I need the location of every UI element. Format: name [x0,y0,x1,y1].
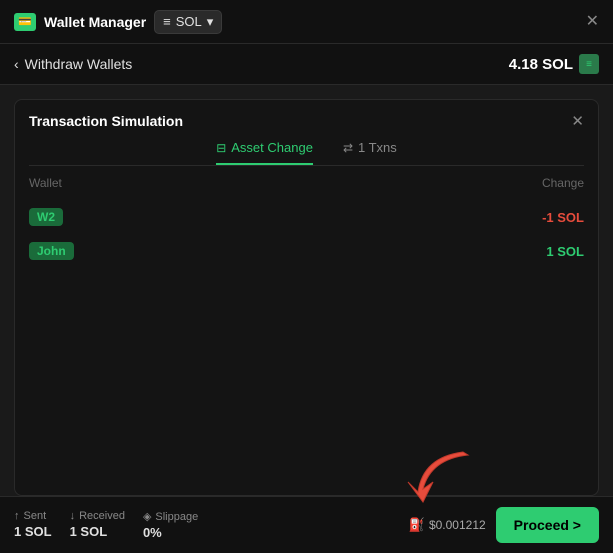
amount-value: 4.18 SOL [509,56,573,73]
wallet-manager-left: 💳 Wallet Manager ≡ SOL ▾ [14,10,222,34]
footer-stats: ↑ Sent 1 SOL ↓ Received 1 SOL ◈ Slippage… [14,510,409,540]
slippage-icon: ◈ [143,510,151,523]
simulation-header: Transaction Simulation ✕ [15,100,598,130]
slippage-value: 0% [143,525,198,540]
sol-dropdown-icon: ≡ [163,14,171,29]
top-bar: 💳 Wallet Manager ≡ SOL ▾ ✕ [0,0,613,44]
tab-txns[interactable]: ⇄ 1 Txns [343,140,397,165]
footer: ↑ Sent 1 SOL ↓ Received 1 SOL ◈ Slippage… [0,496,613,553]
gas-price: ⛽ $0.001212 [409,517,486,533]
table-row: W2 -1 SOL [29,200,584,234]
sol-dropdown[interactable]: ≡ SOL ▾ [154,10,222,34]
close-button-top[interactable]: ✕ [586,14,599,30]
txns-icon: ⇄ [343,141,353,155]
col-change-header: Change [542,176,584,190]
withdraw-amount: 4.18 SOL ≡ [509,54,599,74]
sol-filter-icon[interactable]: ≡ [579,54,599,74]
wallet-badge-john: John [29,242,74,260]
sent-value: 1 SOL [14,524,52,539]
simulation-title: Transaction Simulation [29,113,183,129]
tab-asset-change-label: Asset Change [231,140,313,155]
tab-asset-change[interactable]: ⊟ Asset Change [216,140,313,165]
table-header: Wallet Change [15,166,598,196]
close-button-simulation[interactable]: ✕ [571,112,584,130]
sent-label-text: Sent [24,510,47,522]
col-wallet-header: Wallet [29,176,62,190]
back-button[interactable]: ‹ Withdraw Wallets [14,56,132,72]
stat-received-label: ↓ Received [70,510,125,522]
filter-icon-label: ≡ [586,59,592,70]
received-value: 1 SOL [70,524,125,539]
received-icon: ↓ [70,510,76,522]
stat-sent: ↑ Sent 1 SOL [14,510,52,540]
wallet-icon: 💳 [14,13,36,31]
change-value-john: 1 SOL [546,244,584,259]
proceed-button[interactable]: Proceed > [496,507,599,543]
received-label-text: Received [79,510,125,522]
stat-slippage: ◈ Slippage 0% [143,510,198,540]
stat-sent-label: ↑ Sent [14,510,52,522]
chevron-down-icon: ▾ [207,14,214,30]
stat-received: ↓ Received 1 SOL [70,510,125,540]
wallet-badge-w2: W2 [29,208,63,226]
withdraw-header: ‹ Withdraw Wallets 4.18 SOL ≡ [0,44,613,85]
withdraw-label: Withdraw Wallets [25,56,133,72]
sent-icon: ↑ [14,510,20,522]
tabs-container: ⊟ Asset Change ⇄ 1 Txns [29,130,584,166]
table-body: W2 -1 SOL John 1 SOL [15,196,598,272]
gas-icon: ⛽ [409,517,425,533]
stat-slippage-label: ◈ Slippage [143,510,198,523]
sol-dropdown-label: SOL [176,14,202,29]
asset-change-icon: ⊟ [216,141,226,155]
gas-price-value: $0.001212 [429,518,486,532]
slippage-label-text: Slippage [155,511,198,523]
table-row: John 1 SOL [29,234,584,268]
tab-txns-label: 1 Txns [358,140,397,155]
change-value-w2: -1 SOL [542,210,584,225]
wallet-manager-title: Wallet Manager [44,14,146,30]
back-arrow-icon: ‹ [14,56,19,72]
simulation-panel: Transaction Simulation ✕ ⊟ Asset Change … [14,99,599,496]
